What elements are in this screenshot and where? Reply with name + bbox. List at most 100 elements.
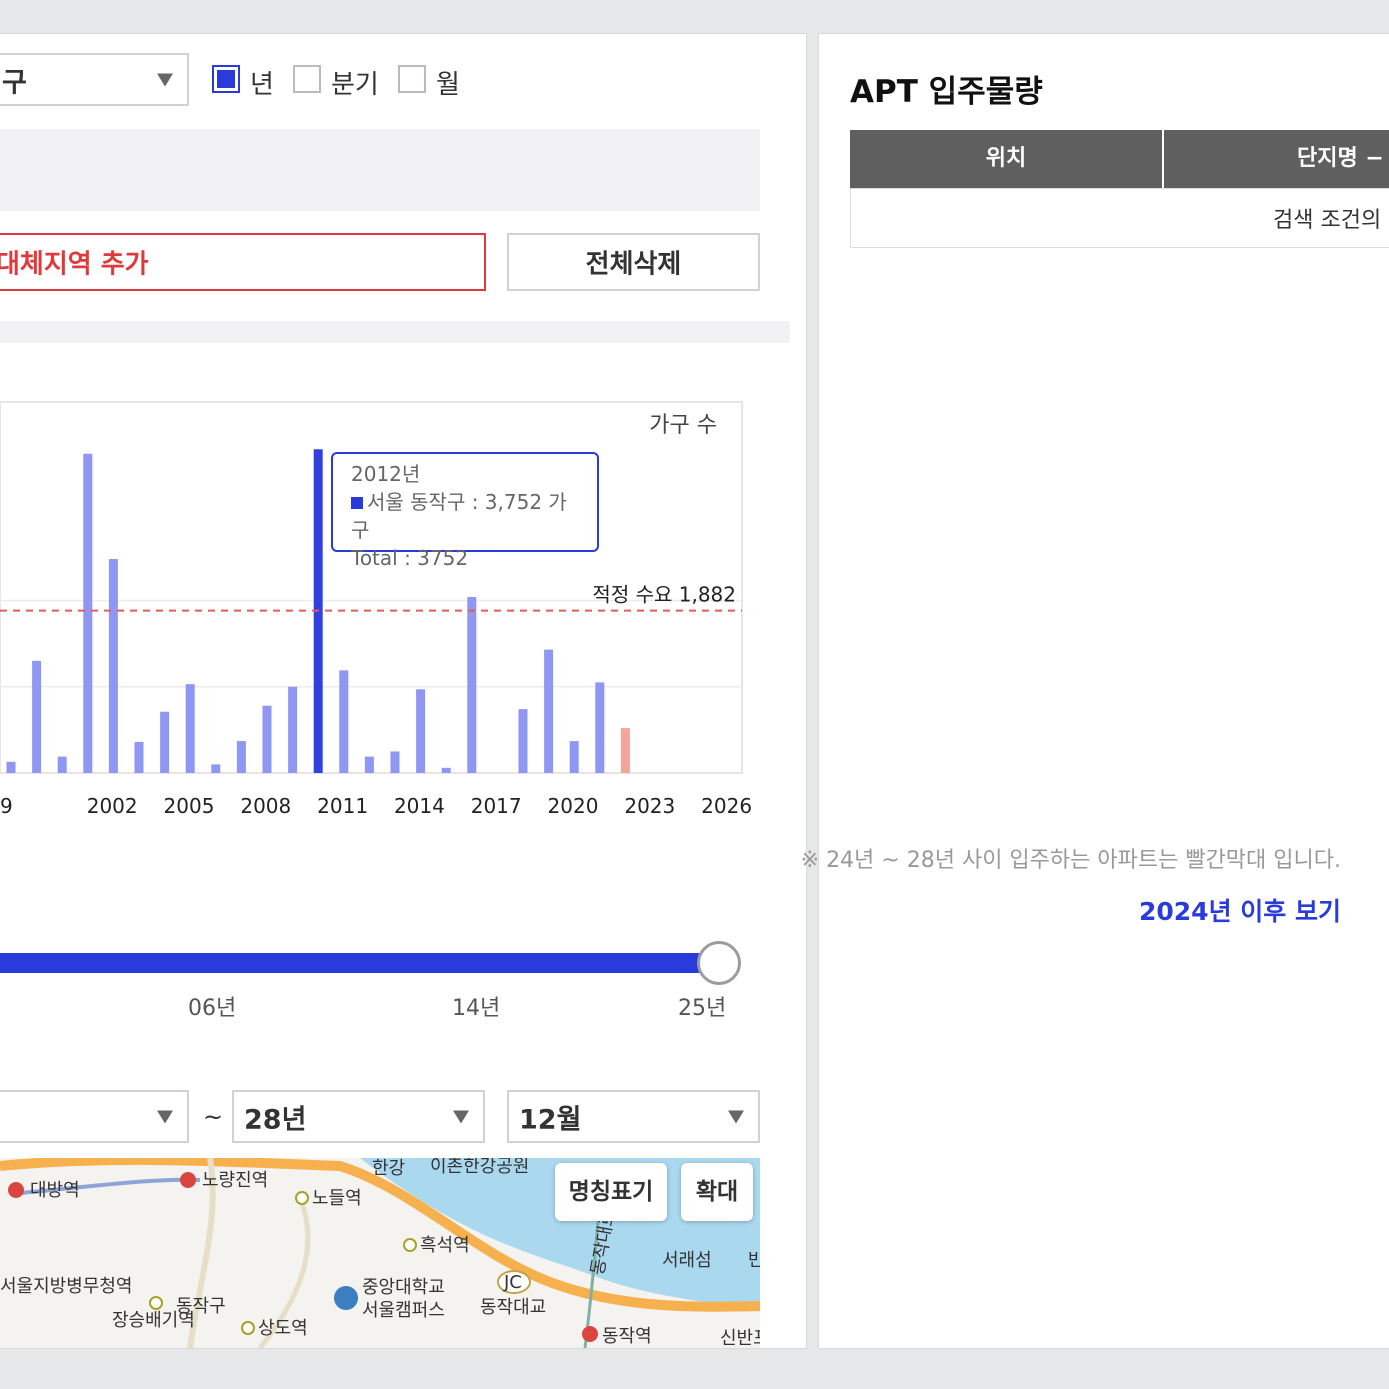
end-year-select[interactable]: 28년: [232, 1090, 485, 1143]
bar-2024[interactable]: [620, 728, 630, 773]
map-label-cau2: 서울캠퍼스: [362, 1300, 445, 1321]
map-label-edge: 반: [748, 1250, 760, 1271]
bar-2013[interactable]: [339, 670, 349, 773]
y-unit-label: 가구 수: [649, 413, 717, 438]
bar-2005[interactable]: [134, 741, 144, 773]
checkbox-month-label: 월: [436, 70, 460, 100]
bar-2004[interactable]: [108, 559, 118, 773]
university-icon: [334, 1286, 358, 1310]
bar-2020[interactable]: [518, 709, 528, 773]
bar-2021[interactable]: [544, 649, 554, 773]
subway-station-icon: [403, 1238, 417, 1252]
map-label-sangdo: 상도역: [258, 1318, 308, 1339]
add-alt-region-button[interactable]: 대체지역 추가: [0, 233, 486, 291]
map-label-noryangjin: 노량진역: [202, 1170, 268, 1191]
subway-station-icon: [8, 1182, 24, 1198]
map-label-hangang: 한강: [372, 1158, 405, 1179]
bar-2014[interactable]: [364, 756, 374, 773]
x-tick-label: 2008: [240, 794, 291, 818]
chevron-down-icon: [157, 73, 173, 86]
chevron-down-icon: [453, 1110, 469, 1123]
map-label-nodeul: 노들역: [312, 1188, 362, 1209]
bar-2017[interactable]: [441, 767, 451, 773]
bar-2011[interactable]: [288, 686, 298, 773]
map-label-heukseok: 흑석역: [420, 1235, 470, 1256]
chevron-down-icon: [157, 1110, 173, 1123]
tooltip-series-row: 서울 동작구 : 3,752 가구: [351, 488, 579, 544]
checkbox-quarter[interactable]: [293, 65, 321, 93]
region-select-value: 구: [2, 67, 27, 98]
delete-all-button[interactable]: 전체삭제: [507, 233, 760, 291]
end-month-select[interactable]: 12월: [507, 1090, 760, 1143]
add-alt-region-label: 대체지역 추가: [0, 249, 149, 280]
map-label-cau1: 중앙대학교: [362, 1277, 445, 1298]
selected-region-box: [0, 129, 760, 211]
bar-2010[interactable]: [262, 705, 272, 773]
slider-label-06: 06년: [188, 996, 237, 1021]
view-after-2024-link[interactable]: 2024년 이후 보기: [1139, 892, 1341, 928]
checkbox-year-label: 년: [250, 70, 274, 100]
checkbox-quarter-label: 분기: [331, 70, 379, 100]
table-empty-row: 검색 조건의: [850, 188, 1389, 248]
x-tick-label: 2005: [164, 794, 215, 818]
x-tick-label: 2002: [87, 794, 138, 818]
x-tick-label: 2014: [394, 794, 445, 818]
bar-2002[interactable]: [57, 756, 67, 773]
x-tick-label: 2023: [624, 794, 675, 818]
chart-tooltip: 2012년 서울 동작구 : 3,752 가구 Total : 3752: [331, 452, 599, 570]
bar-2018[interactable]: [467, 596, 477, 773]
page-title: APT 입주물량: [850, 74, 1043, 110]
map-label-dongjak-bridge: 동작대교: [480, 1297, 546, 1318]
bar-2006[interactable]: [160, 711, 170, 773]
checkbox-month[interactable]: [398, 65, 426, 93]
slider-label-14: 14년: [452, 996, 501, 1021]
bar-2022[interactable]: [569, 741, 579, 773]
table-header-location[interactable]: 위치: [850, 130, 1162, 188]
bar-2023[interactable]: [595, 682, 605, 773]
reference-line-label: 적정 수요 1,882: [592, 583, 736, 607]
tooltip-year: 2012년: [351, 462, 421, 486]
tooltip-series: 서울 동작구 : 3,752 가구: [351, 490, 567, 542]
end-year-value: 28년: [244, 1104, 307, 1135]
bar-2016[interactable]: [416, 689, 426, 773]
x-tick-label: 2017: [471, 794, 522, 818]
year-slider-track[interactable]: [0, 953, 720, 973]
checkbox-year[interactable]: [212, 65, 240, 93]
bar-2000[interactable]: [6, 761, 16, 773]
map-label-jangseungbaegi: 장승배기역: [112, 1310, 195, 1331]
bar-2003[interactable]: [83, 453, 93, 773]
range-separator: ~: [203, 1103, 224, 1131]
map-label-military: 서울지방병무청역: [0, 1276, 132, 1297]
map-zoom-button[interactable]: 확대: [681, 1163, 753, 1221]
map-label-dongjak-station: 동작역: [602, 1326, 652, 1347]
bar-2007[interactable]: [185, 684, 195, 773]
table-header-complex[interactable]: 단지명 −: [1164, 130, 1389, 188]
start-year-select[interactable]: [0, 1090, 189, 1143]
subway-station-icon: [295, 1191, 309, 1205]
x-tick-label: 2020: [548, 794, 599, 818]
series-swatch: [351, 497, 363, 509]
bar-2008[interactable]: [211, 764, 221, 773]
region-select[interactable]: 구: [0, 53, 189, 106]
tooltip-total: Total : 3752: [351, 546, 469, 570]
map-names-toggle-button[interactable]: 명칭표기: [555, 1163, 667, 1221]
bar-2015[interactable]: [390, 751, 400, 773]
year-slider-handle[interactable]: [697, 941, 741, 985]
x-tick-label: 9: [0, 794, 13, 818]
map-label-sinban: 신반포: [720, 1328, 760, 1348]
section-divider: [0, 321, 790, 343]
x-tick-label: 2011: [317, 794, 368, 818]
subway-station-icon: [582, 1326, 598, 1342]
map-label-jc: JC: [503, 1272, 522, 1293]
subway-station-icon: [241, 1321, 255, 1335]
x-axis-ticks: 9 2002 2005 2008 2011 2014 2017 2020 2023 2026: [0, 794, 752, 818]
map-label-seorae: 서래섬: [662, 1250, 712, 1271]
subway-station-icon: [149, 1296, 163, 1310]
bar-2009[interactable]: [236, 741, 246, 773]
slider-label-25: 25년: [678, 996, 727, 1021]
future-bar-note: ※ 24년 ~ 28년 사이 입주하는 아파트는 빨간막대 입니다.: [800, 848, 1341, 873]
end-month-value: 12월: [519, 1104, 582, 1135]
delete-all-label: 전체삭제: [585, 249, 682, 280]
bar-2001[interactable]: [32, 660, 42, 773]
empty-message: 검색 조건의: [1273, 208, 1382, 233]
